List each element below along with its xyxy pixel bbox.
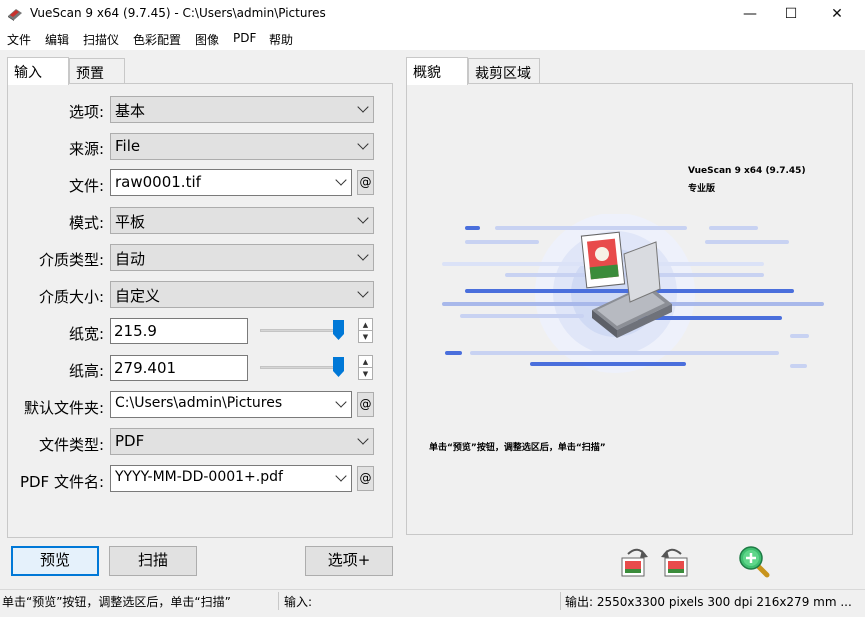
options-select[interactable]: 基本 bbox=[110, 96, 374, 123]
chevron-down-icon bbox=[357, 433, 369, 445]
pdf-filename-combo[interactable]: YYYY-MM-DD-0001+.pdf bbox=[110, 465, 352, 492]
rotate-right-icon[interactable] bbox=[659, 545, 691, 579]
file-type-select[interactable]: PDF bbox=[110, 428, 374, 455]
menu-scanner[interactable]: 扫描仪 bbox=[83, 31, 119, 48]
paper-width-input[interactable]: 215.9 bbox=[110, 318, 248, 344]
source-value: File bbox=[115, 137, 141, 155]
preview-hint: 单击“预览”按钮，调整选区后，单击“扫描” bbox=[429, 443, 606, 453]
title-bar: VueScan 9 x64 (9.7.45) - C:\Users\admin\… bbox=[0, 0, 865, 28]
tab-crop-area[interactable]: 裁剪区域 bbox=[468, 58, 540, 84]
paper-width-spinner[interactable]: ▲ ▼ bbox=[358, 318, 373, 343]
zoom-in-icon[interactable] bbox=[737, 545, 771, 579]
preview-edition: 专业版 bbox=[688, 184, 716, 194]
tab-presets[interactable]: 预置 bbox=[69, 58, 125, 84]
spin-up-icon[interactable]: ▲ bbox=[359, 319, 372, 331]
window-title: VueScan 9 x64 (9.7.45) - C:\Users\admin\… bbox=[30, 6, 326, 20]
input-settings-panel: 选项: 基本 来源: File 文件: raw0001.tif @ 模式: 平板… bbox=[7, 83, 393, 538]
scanner-illustration bbox=[442, 214, 824, 373]
options-value: 基本 bbox=[115, 102, 146, 120]
tab-overview[interactable]: 概貌 bbox=[406, 57, 468, 85]
menu-help[interactable]: 帮助 bbox=[269, 31, 293, 48]
status-output: 输出: 2550x3300 pixels 300 dpi 216x279 mm … bbox=[565, 595, 852, 609]
options-label: 选项: bbox=[68, 103, 104, 121]
media-size-label: 介质大小: bbox=[38, 288, 104, 306]
default-folder-combo[interactable]: C:\Users\admin\Pictures bbox=[110, 391, 352, 418]
chevron-down-icon bbox=[357, 286, 369, 298]
mode-select[interactable]: 平板 bbox=[110, 207, 374, 234]
media-type-select[interactable]: 自动 bbox=[110, 244, 374, 271]
chevron-down-icon bbox=[357, 101, 369, 113]
menu-color[interactable]: 色彩配置 bbox=[133, 31, 181, 48]
media-size-value: 自定义 bbox=[115, 287, 161, 305]
close-button[interactable]: ✕ bbox=[814, 0, 860, 28]
paper-height-label: 纸高: bbox=[68, 362, 104, 380]
chevron-down-icon bbox=[335, 174, 347, 186]
source-label: 来源: bbox=[68, 140, 104, 158]
preview-panel: VueScan 9 x64 (9.7.45) 专业版 单击“预览”按钮，调整选区… bbox=[406, 83, 853, 535]
paper-height-slider-thumb[interactable] bbox=[333, 357, 344, 377]
chevron-down-icon bbox=[335, 396, 347, 408]
pdf-filename-at-button[interactable]: @ bbox=[357, 466, 374, 491]
paper-width-slider-thumb[interactable] bbox=[333, 320, 344, 340]
file-type-label: 文件类型: bbox=[38, 436, 104, 454]
mode-label: 模式: bbox=[68, 214, 104, 232]
default-folder-value: C:\Users\admin\Pictures bbox=[115, 395, 283, 411]
media-type-value: 自动 bbox=[115, 250, 146, 268]
default-folder-label: 默认文件夹: bbox=[23, 399, 104, 417]
paper-height-input[interactable]: 279.401 bbox=[110, 355, 248, 381]
menu-image[interactable]: 图像 bbox=[195, 31, 219, 48]
file-combo[interactable]: raw0001.tif bbox=[110, 169, 352, 196]
paper-width-slider-track[interactable] bbox=[260, 329, 342, 332]
more-options-button[interactable]: 选项+ bbox=[305, 546, 393, 576]
pdf-filename-label: PDF 文件名: bbox=[19, 473, 104, 491]
menu-file[interactable]: 文件 bbox=[7, 31, 31, 48]
media-size-select[interactable]: 自定义 bbox=[110, 281, 374, 308]
spin-up-icon[interactable]: ▲ bbox=[359, 356, 372, 368]
menu-edit[interactable]: 编辑 bbox=[45, 31, 69, 48]
status-bar: 单击“预览”按钮，调整选区后，单击“扫描” 输入: 输出: 2550x3300 … bbox=[0, 589, 865, 611]
spin-down-icon[interactable]: ▼ bbox=[359, 331, 372, 343]
chevron-down-icon bbox=[357, 212, 369, 224]
spin-down-icon[interactable]: ▼ bbox=[359, 368, 372, 380]
status-divider bbox=[560, 592, 561, 610]
tab-input[interactable]: 输入 bbox=[7, 57, 69, 85]
status-divider bbox=[278, 592, 279, 610]
source-select[interactable]: File bbox=[110, 133, 374, 160]
file-at-button[interactable]: @ bbox=[357, 170, 374, 195]
file-value: raw0001.tif bbox=[115, 173, 201, 191]
preview-button[interactable]: 预览 bbox=[11, 546, 99, 576]
minimize-button[interactable]: — bbox=[727, 0, 773, 28]
mode-value: 平板 bbox=[115, 213, 146, 231]
vuescan-app-icon bbox=[8, 9, 22, 21]
maximize-button[interactable]: ☐ bbox=[768, 0, 814, 28]
preview-app-name: VueScan 9 x64 (9.7.45) bbox=[688, 166, 806, 176]
file-type-value: PDF bbox=[115, 432, 145, 450]
scan-button[interactable]: 扫描 bbox=[109, 546, 197, 576]
rotate-left-icon[interactable] bbox=[618, 545, 650, 579]
menu-bar: 文件 编辑 扫描仪 色彩配置 图像 PDF 帮助 bbox=[0, 28, 865, 50]
paper-width-label: 纸宽: bbox=[68, 325, 104, 343]
menu-pdf[interactable]: PDF bbox=[233, 31, 256, 45]
status-hint: 单击“预览”按钮，调整选区后，单击“扫描” bbox=[2, 595, 231, 609]
default-folder-at-button[interactable]: @ bbox=[357, 392, 374, 417]
pdf-filename-value: YYYY-MM-DD-0001+.pdf bbox=[115, 469, 283, 485]
paper-height-spinner[interactable]: ▲ ▼ bbox=[358, 355, 373, 380]
paper-height-slider-track[interactable] bbox=[260, 366, 342, 369]
media-type-label: 介质类型: bbox=[38, 251, 104, 269]
file-label: 文件: bbox=[68, 177, 104, 195]
chevron-down-icon bbox=[357, 138, 369, 150]
chevron-down-icon bbox=[357, 249, 369, 261]
status-input: 输入: bbox=[284, 595, 313, 609]
chevron-down-icon bbox=[335, 470, 347, 482]
